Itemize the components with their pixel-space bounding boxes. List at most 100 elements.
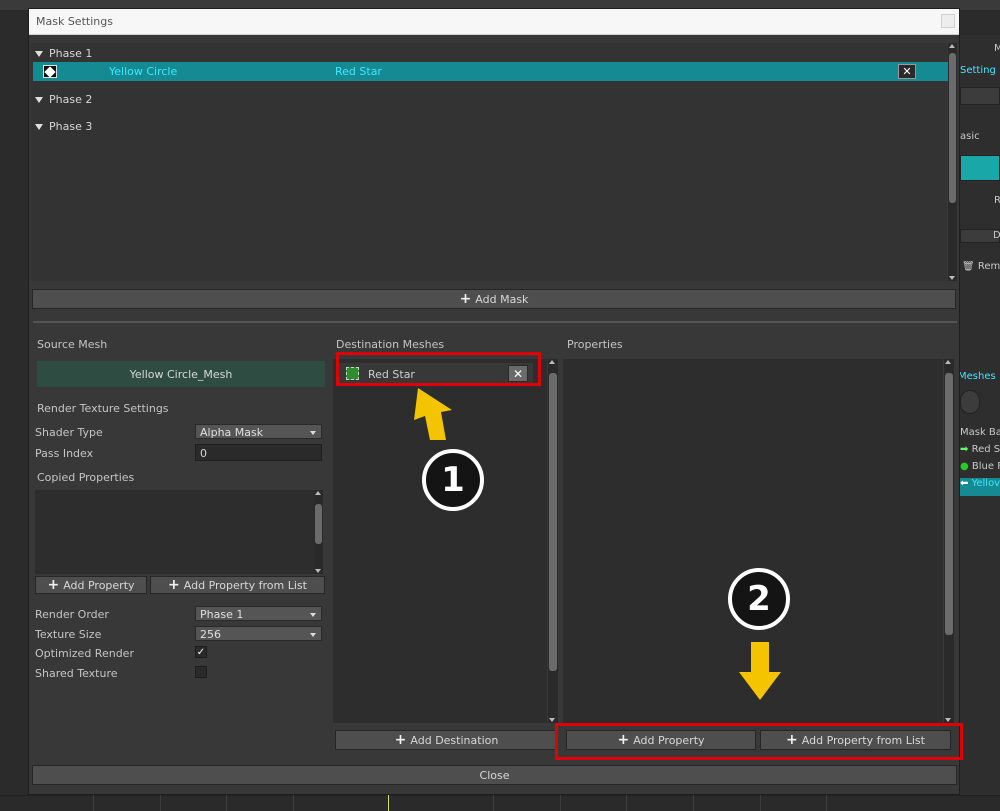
button-label: Add Property (63, 578, 135, 592)
render-texture-heading: Render Texture Settings (37, 402, 169, 415)
phase-label: Phase 3 (49, 120, 93, 133)
window-close-button[interactable] (941, 14, 955, 28)
inspector-fragment-r: R (994, 195, 1000, 206)
phase-label: Phase 2 (49, 93, 93, 106)
timeline-grid-line (693, 795, 694, 811)
inspector-remove-label: Rem (977, 261, 1000, 272)
optimized-render-checkbox[interactable]: ✓ (195, 646, 207, 658)
shader-type-dropdown[interactable]: Alpha Mask (195, 424, 322, 439)
scrollbar-thumb[interactable] (949, 53, 956, 203)
expand-triangle-icon (35, 97, 43, 103)
mask-diamond-icon (43, 65, 57, 78)
inspector-transform-button[interactable] (960, 155, 1000, 181)
timeline-grid-line (560, 795, 561, 811)
expand-triangle-icon (35, 124, 43, 130)
phase-label: Phase 1 (49, 47, 93, 60)
button-label: Add Property from List (183, 578, 307, 592)
highlight-properties-buttons (555, 723, 963, 760)
highlight-destination-item (336, 352, 541, 386)
plus-icon: + (394, 732, 407, 748)
timeline-grid-line (760, 795, 761, 811)
destination-scrollbar[interactable] (548, 359, 558, 723)
phase-1-header[interactable]: Phase 1 (35, 47, 92, 60)
copied-properties-heading: Copied Properties (37, 471, 135, 484)
mesh-item-label: Red S (971, 444, 1000, 455)
timeline-playhead (388, 795, 389, 811)
scrollbar-thumb[interactable] (945, 373, 953, 635)
editor-timeline-strip (0, 795, 1000, 811)
meshes-icon-button[interactable] (960, 390, 980, 414)
copied-properties-scrollbar[interactable] (314, 490, 323, 574)
timeline-grid-line (160, 795, 161, 811)
timeline-grid-line (93, 795, 94, 811)
mesh-item-red-star[interactable]: ➡ Red S (960, 444, 1000, 462)
timeline-grid-line (293, 795, 294, 811)
annotation-arrow-down-icon (739, 642, 781, 700)
arrow-right-icon: ➡ (960, 444, 969, 455)
destination-meshes-heading: Destination Meshes (336, 338, 445, 351)
mesh-item-label: Yellov (971, 478, 1000, 489)
section-divider (33, 321, 957, 323)
phase-list: Phase 1 Yellow Circle Red Star ✕ Phase 2… (31, 43, 948, 281)
phase-3-header[interactable]: Phase 3 (35, 120, 92, 133)
pass-index-label: Pass Index (35, 447, 94, 460)
mask-source-name: Yellow Circle (109, 65, 178, 78)
inspector-d-button[interactable]: D (960, 229, 1000, 243)
render-order-label: Render Order (35, 608, 109, 621)
copied-properties-list (35, 490, 314, 574)
copied-add-property-button[interactable]: + Add Property (35, 576, 147, 594)
inspector-remove-button[interactable]: 🗑 Rem (962, 261, 1000, 279)
arrow-left-icon: ⬅ (960, 478, 969, 489)
timeline-grid-line (626, 795, 627, 811)
pass-index-input[interactable]: 0 (195, 444, 322, 461)
scrollbar-thumb[interactable] (549, 373, 557, 671)
plus-icon: + (168, 577, 180, 593)
mesh-item-label: Blue F (971, 461, 1000, 472)
dot-icon: ● (960, 461, 969, 472)
add-mask-label: Add Mask (475, 292, 529, 306)
inspector-d-label: D (993, 230, 1000, 241)
add-mask-button[interactable]: + Add Mask (32, 289, 956, 309)
shader-type-value: Alpha Mask (200, 426, 264, 439)
inspector-tab-fragment: M (994, 43, 1000, 54)
source-mesh-heading: Source Mesh (37, 338, 108, 351)
timeline-grid-line (826, 795, 827, 811)
texture-size-dropdown[interactable]: 256 (195, 626, 322, 641)
chevron-down-icon (310, 633, 316, 637)
close-button[interactable]: Close (32, 765, 957, 785)
mesh-item-blue[interactable]: ● Blue F (960, 461, 1000, 479)
scrollbar-thumb[interactable] (315, 504, 322, 544)
inspector-basic-label: asic (960, 131, 980, 142)
window-title: Mask Settings (36, 15, 113, 28)
shader-type-label: Shader Type (35, 426, 103, 439)
remove-mask-button[interactable]: ✕ (898, 64, 916, 79)
optimized-render-label: Optimized Render (35, 647, 134, 660)
source-mesh-field[interactable]: Yellow Circle_Mesh (37, 361, 325, 387)
inspector-light-button[interactable] (960, 87, 1000, 105)
texture-size-label: Texture Size (35, 628, 102, 641)
phase-2-header[interactable]: Phase 2 (35, 93, 92, 106)
trash-icon: 🗑 (962, 261, 975, 272)
window-titlebar[interactable]: Mask Settings (29, 9, 959, 35)
properties-scrollbar[interactable] (944, 359, 954, 723)
step-2-badge: 2 (728, 568, 790, 630)
shared-texture-checkbox[interactable] (195, 666, 207, 678)
plus-icon: + (47, 577, 60, 593)
timeline-grid-line (493, 795, 494, 811)
mask-destination-name: Red Star (335, 65, 382, 78)
copied-add-property-list-button[interactable]: + Add Property from List (150, 576, 325, 594)
mask-settings-window: Mask Settings Phase 1 Yellow Circle Red … (28, 8, 960, 795)
button-label: Add Destination (410, 733, 499, 747)
inspector-setting-tab[interactable]: Setting (960, 65, 1000, 83)
timeline-grid-line (226, 795, 227, 811)
mask-base-label: Mask Ba (960, 427, 1000, 438)
add-destination-button[interactable]: + Add Destination (335, 730, 558, 750)
texture-size-value: 256 (200, 628, 221, 641)
phase-list-scrollbar[interactable] (948, 43, 957, 281)
render-order-value: Phase 1 (200, 608, 244, 621)
meshes-tab[interactable]: Meshes (960, 371, 998, 389)
mesh-item-yellow[interactable]: ⬅ Yellov (960, 478, 1000, 496)
mask-row[interactable]: Yellow Circle Red Star ✕ (33, 62, 948, 81)
render-order-dropdown[interactable]: Phase 1 (195, 606, 322, 621)
background-inspector-panel: M Setting asic R D 🗑 Rem Meshes Mask Ba … (960, 35, 1000, 795)
